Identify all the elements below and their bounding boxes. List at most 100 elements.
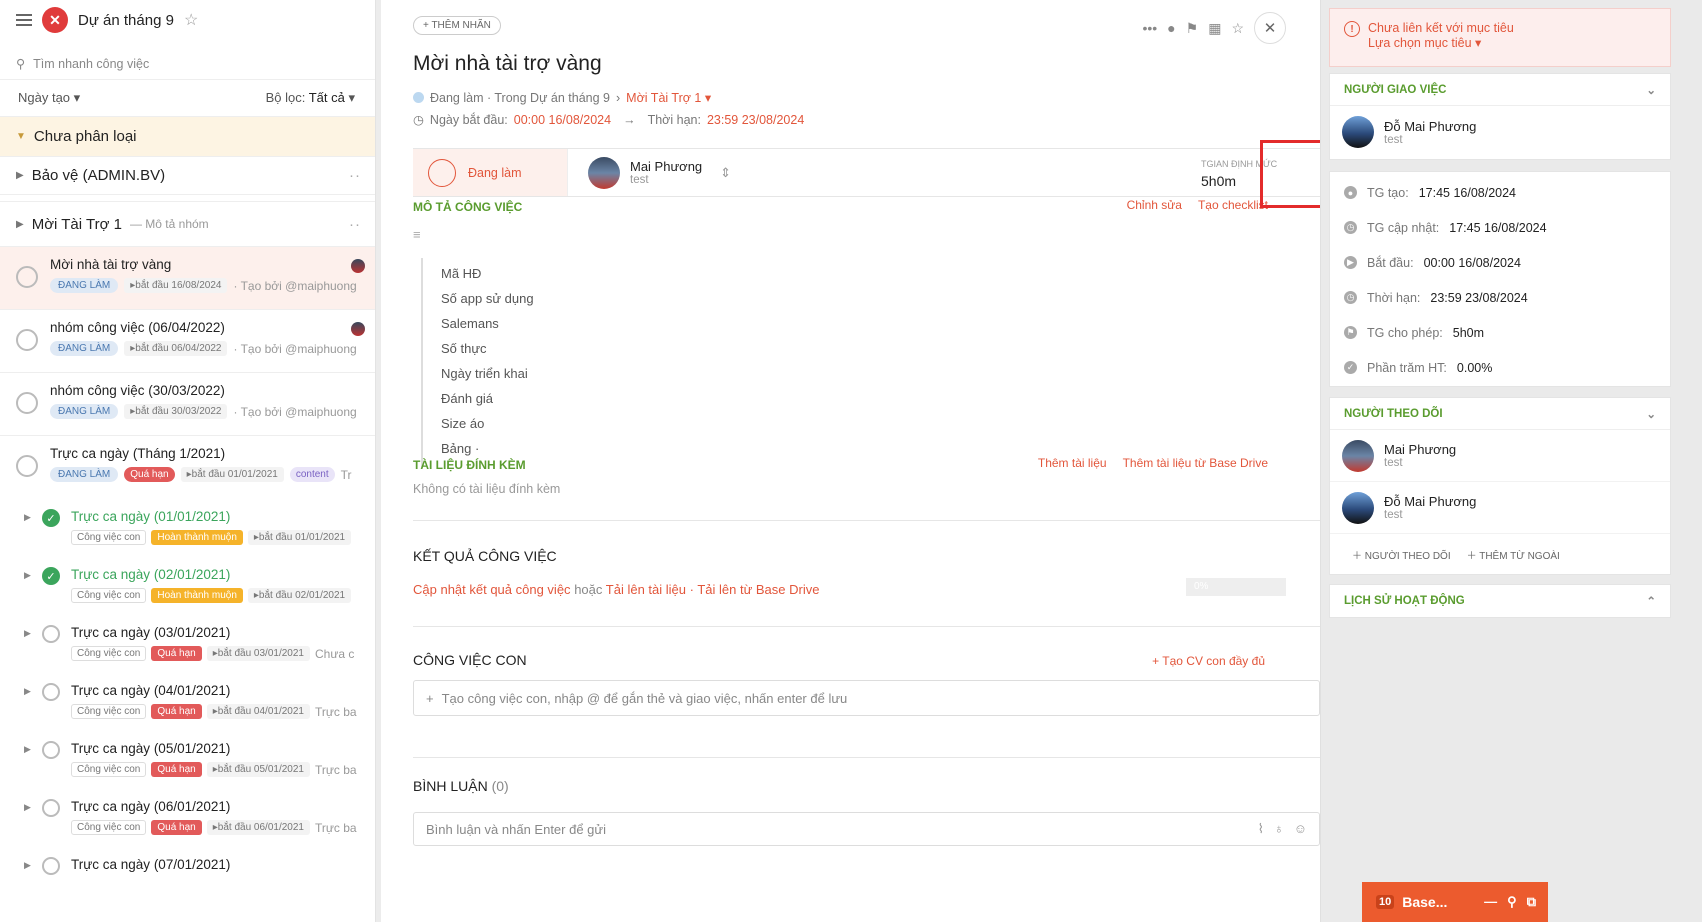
subtask-item[interactable]: ▶ Trực ca ngày (06/01/2021) Công việc co… [0, 789, 375, 847]
plus-icon: + [426, 690, 434, 706]
group-link[interactable]: Mời Tài Trợ 1 ▾ [626, 90, 711, 105]
bookmark-icon[interactable]: ⚑ [1186, 20, 1199, 37]
task-item[interactable]: nhóm công việc (06/04/2022) ĐANG LÀM ▸bắ… [0, 310, 375, 373]
emoji-icon[interactable]: ☺ [1294, 821, 1307, 837]
start-date: ▸bắt đầu 06/04/2022 [124, 341, 228, 356]
more-icon[interactable]: ·· [349, 167, 361, 184]
history-card[interactable]: LỊCH SỬ HOẠT ĐỘNG ⌃ [1329, 584, 1671, 618]
subtask-item[interactable]: ▶ ✓ Trực ca ngày (02/01/2021) Công việc … [0, 557, 375, 615]
complete-checkbox[interactable] [42, 857, 60, 875]
choose-goal-link[interactable]: Lựa chọn mục tiêu ▾ [1368, 35, 1654, 50]
subtask-title: Trực ca ngày (05/01/2021) [71, 741, 231, 756]
description-field: Đánh giá [441, 391, 494, 406]
due-value[interactable]: 23:59 23/08/2024 [707, 113, 804, 127]
add-external-button[interactable]: ＋ THÊM TỪ NGOÀI [1467, 547, 1560, 562]
complete-checkbox[interactable] [42, 625, 60, 643]
task-title[interactable]: Mời nhà tài trợ vàng [413, 52, 602, 76]
task-item[interactable]: Trực ca ngày (Tháng 1/2021) ĐANG LÀM Quá… [0, 436, 375, 499]
star-icon[interactable]: ☆ [184, 10, 198, 30]
start-date: ▸bắt đầu 01/01/2021 [247, 530, 352, 545]
caret-right-icon[interactable]: ▶ [24, 860, 31, 871]
assigner-header[interactable]: NGƯỜI GIAO VIỆC ⌄ [1330, 74, 1670, 106]
checklist-link[interactable]: Tạo checklist [1198, 198, 1268, 212]
start-date: ▸bắt đầu 05/01/2021 [206, 762, 310, 777]
project-logo-icon: ✕ [42, 7, 68, 33]
goal-warning[interactable]: ! Chưa liên kết với mục tiêu Lựa chọn mụ… [1329, 8, 1671, 67]
info-row: ◷ TG cập nhật: 17:45 16/08/2024 [1330, 210, 1670, 245]
complete-checkbox[interactable]: ✓ [42, 509, 60, 527]
complete-checkbox[interactable] [42, 683, 60, 701]
task-item[interactable]: nhóm công việc (30/03/2022) ĐANG LÀM ▸bắ… [0, 373, 375, 436]
complete-checkbox[interactable] [16, 329, 38, 351]
create-full-subtask-link[interactable]: + Tạo CV con đầy đủ [1152, 654, 1265, 668]
subtask-input[interactable]: + Tạo công việc con, nhập @ để gắn thẻ v… [413, 680, 1320, 716]
add-document-link[interactable]: Thêm tài liệu [1038, 456, 1107, 470]
task-item[interactable]: Mời nhà tài trợ vàng ĐANG LÀM ▸bắt đầu 1… [0, 247, 375, 310]
assignee[interactable]: Mai Phương test ⇕ [568, 149, 731, 196]
minimize-icon[interactable]: — [1484, 894, 1497, 910]
state-button[interactable]: Đang làm [413, 149, 568, 196]
caret-right-icon[interactable]: ▶ [24, 802, 31, 813]
info-row: ✓ Phần trăm HT: 0.00% [1330, 350, 1670, 385]
sort-select[interactable]: Ngày tạo ▾ [18, 90, 80, 106]
caret-right-icon[interactable]: ▶ [24, 628, 31, 639]
info-icon[interactable]: ● [1167, 20, 1175, 36]
caret-right-icon[interactable]: ▶ [24, 686, 31, 697]
complete-checkbox[interactable] [16, 455, 38, 477]
subtask-title: Trực ca ngày (07/01/2021) [71, 857, 231, 872]
close-icon[interactable]: ✕ [1254, 12, 1286, 44]
caret-right-icon[interactable]: ▶ [24, 570, 31, 581]
group-title: Mời Tài Trợ 1 [31, 215, 122, 233]
filter-select[interactable]: Bộ lọc: Tất cả ▾ [266, 90, 355, 106]
edit-link[interactable]: Chỉnh sửa [1127, 198, 1182, 212]
complete-checkbox[interactable] [42, 741, 60, 759]
caret-right-icon[interactable]: ▶ [24, 744, 31, 755]
info-value: 0.00% [1456, 360, 1493, 375]
start-date: ▸bắt đầu 06/01/2021 [206, 820, 310, 835]
more-icon[interactable]: ••• [1142, 20, 1157, 36]
start-value[interactable]: 00:00 16/08/2024 [514, 113, 611, 127]
search-input[interactable]: Tìm nhanh công việc [33, 57, 149, 71]
add-follower-button[interactable]: ＋ NGƯỜI THEO DÕI [1352, 547, 1451, 562]
upload-drive-link[interactable]: · Tải lên từ Base Drive [690, 582, 820, 597]
popout-icon[interactable]: ⧉ [1527, 894, 1536, 910]
group-protect[interactable]: ▶ Bảo vệ (ADMIN.BV) ·· [0, 157, 375, 195]
subtask-item[interactable]: ▶ ✓ Trực ca ngày (01/01/2021) Công việc … [0, 499, 375, 557]
group-uncategorized[interactable]: ▼ Chưa phân loại [0, 116, 375, 157]
subtask-item[interactable]: ▶ Trực ca ngày (05/01/2021) Công việc co… [0, 731, 375, 789]
complete-checkbox[interactable]: ✓ [42, 567, 60, 585]
star-icon[interactable]: ☆ [1231, 20, 1244, 37]
more-icon[interactable]: ·· [349, 216, 361, 233]
upload-link[interactable]: Tải lên tài liệu [606, 582, 686, 597]
extra-text: Trực ba [314, 820, 357, 835]
avatar [1342, 439, 1374, 472]
add-drive-document-link[interactable]: Thêm tài liệu từ Base Drive [1123, 456, 1268, 470]
complete-checkbox[interactable] [42, 799, 60, 817]
subtask-item[interactable]: ▶ Trực ca ngày (04/01/2021) Công việc co… [0, 673, 375, 731]
complete-checkbox[interactable] [16, 392, 38, 414]
group-sponsor[interactable]: ▶ Mời Tài Trợ 1 — Mô tả nhóm ·· [0, 201, 375, 247]
caret-right-icon[interactable]: ▶ [24, 512, 31, 523]
tag-badge: content [289, 467, 335, 482]
menu-icon[interactable] [16, 14, 32, 26]
chat-widget[interactable]: 10 Base... — ⚲ ⧉ [1362, 882, 1548, 922]
complete-checkbox[interactable] [16, 266, 38, 288]
project-title[interactable]: Dự án tháng 9 [78, 12, 174, 29]
add-tag-button[interactable]: + THÊM NHÃN [413, 16, 501, 35]
followers-header[interactable]: NGƯỜI THEO DÕI ⌄ [1330, 398, 1670, 430]
idea-icon[interactable]: ♁ [1274, 821, 1284, 837]
start-date: ▸bắt đầu 16/08/2024 [124, 278, 228, 293]
attach-icon[interactable]: ⌇ [1258, 821, 1264, 837]
calendar-icon[interactable]: ▦ [1208, 20, 1221, 37]
avatar [588, 156, 620, 189]
update-result-link[interactable]: Cập nhật kết quả công việc [413, 582, 571, 597]
flag-badge: Hoàn thành muộn [151, 588, 243, 603]
subtask-item[interactable]: ▶ Trực ca ngày (07/01/2021) [0, 847, 375, 905]
quick-search[interactable]: ⚲ Tìm nhanh công việc [0, 48, 375, 80]
subtasks-title: CÔNG VIỆC CON [413, 652, 527, 668]
comment-input[interactable]: Bình luận và nhấn Enter để gửi ⌇ ♁ ☺ [413, 812, 1320, 846]
updown-icon[interactable]: ⇕ [720, 165, 731, 181]
search-icon[interactable]: ⚲ [1507, 894, 1517, 910]
attachments-title: TÀI LIỆU ĐÍNH KÈM [413, 458, 526, 472]
subtask-item[interactable]: ▶ Trực ca ngày (03/01/2021) Công việc co… [0, 615, 375, 673]
